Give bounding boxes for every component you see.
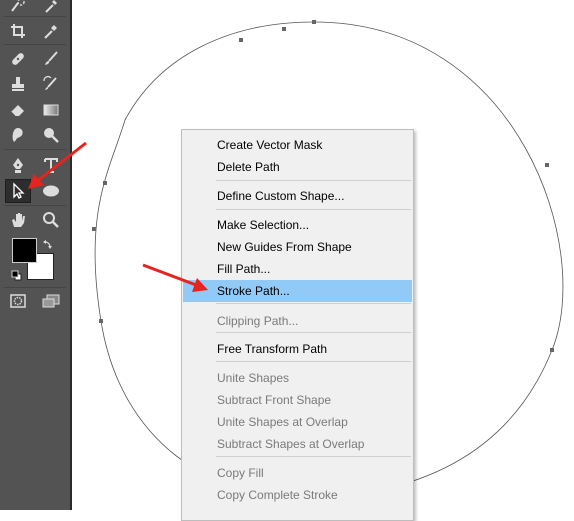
red-arrow-to-tool bbox=[28, 141, 87, 189]
red-arrow-to-stroke-path bbox=[142, 263, 208, 292]
annotation-arrows bbox=[28, 141, 208, 292]
